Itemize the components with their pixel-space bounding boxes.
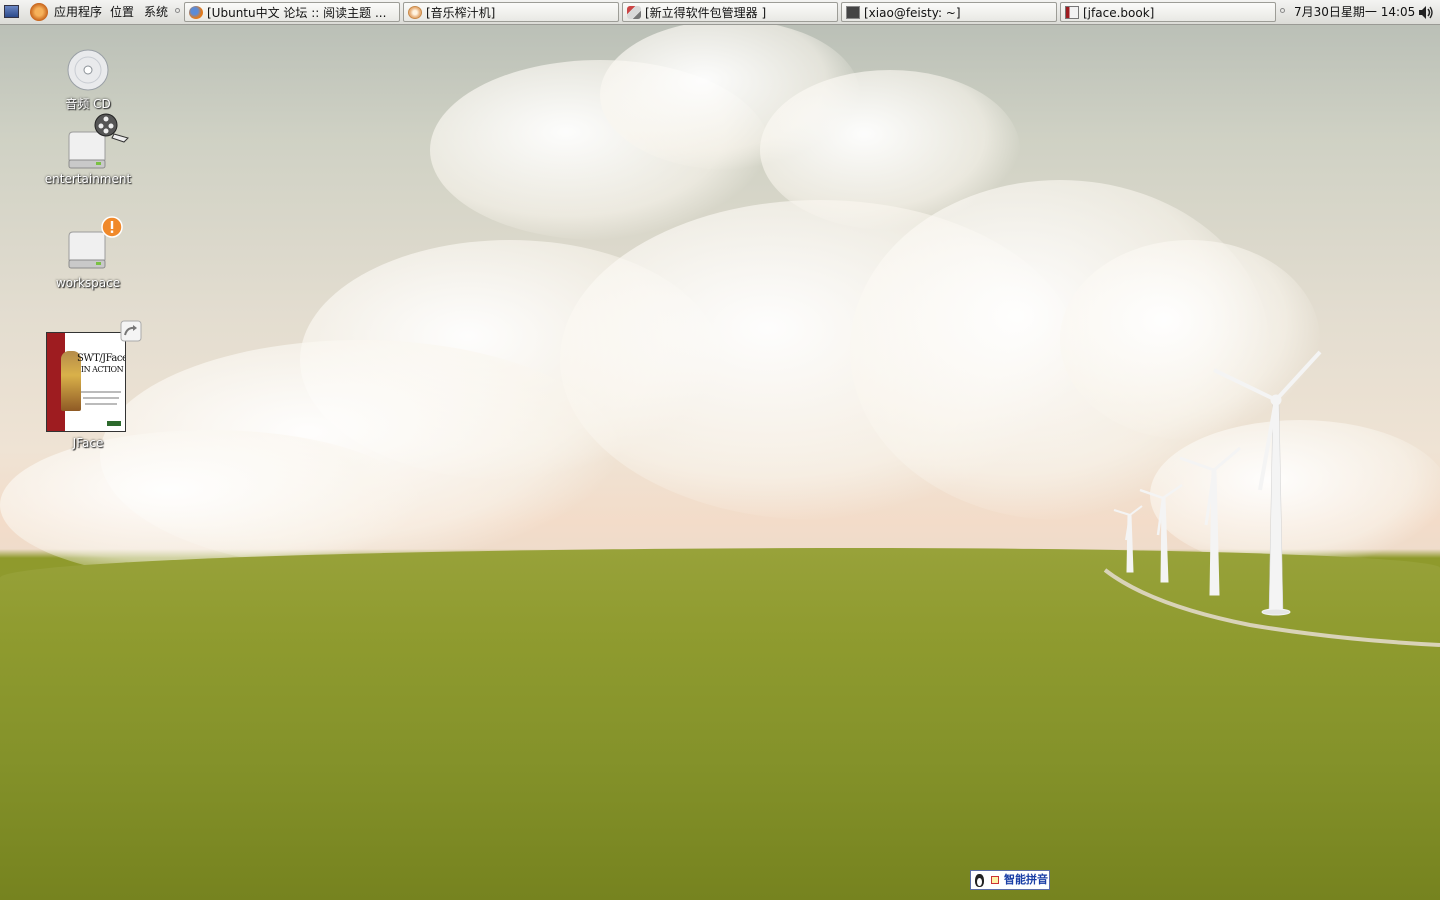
menu-places[interactable]: 位置 [110,0,134,24]
desktop-icon-jface[interactable]: SWT/JFace IN ACTION JFace [38,320,142,450]
terminal-icon [846,6,860,19]
audio-cd-icon [67,49,109,91]
desktop-wallpaper: 音频 CD entertainment workspace SWT/JFace … [0,0,1440,900]
task-label: [jface.book] [1083,6,1155,20]
show-desktop-icon[interactable] [4,5,19,18]
symlink-emblem-icon [120,320,142,342]
firefox-icon [189,6,203,19]
taskbar-item-terminal[interactable]: [xiao@feisty: ~] [841,2,1057,22]
taskbar-item-music-player[interactable]: [音乐榨汁机] [403,2,619,22]
book-title-line2: IN ACTION [80,365,124,374]
book-thumbnail-icon: SWT/JFace IN ACTION [46,332,126,432]
wind-turbines-scene [1103,350,1440,647]
taskbar-item-firefox[interactable]: [Ubuntu中文 论坛 :: 阅读主题 ... [184,2,400,22]
desktop-icon-entertainment[interactable]: entertainment [38,112,138,186]
package-manager-icon [627,6,641,19]
desktop-icon-workspace[interactable]: workspace [38,214,138,290]
menu-system[interactable]: 系统 [144,0,168,24]
lock-icon [990,876,999,884]
clock[interactable]: 7月30日星期一 14:05 [1294,0,1415,24]
top-panel: 应用程序 位置 系统 [Ubuntu中文 论坛 :: 阅读主题 ... [音乐榨… [0,0,1440,25]
task-label: [音乐榨汁机] [426,6,496,20]
taskbar-item-book-viewer[interactable]: [jface.book] [1060,2,1276,22]
warning-emblem-icon [101,216,123,238]
film-reel-emblem-icon [94,113,129,143]
task-label: [新立得软件包管理器 ] [645,6,767,20]
desktop-icon-label: JFace [72,436,104,450]
desktop-icon-audio-cd[interactable]: 音频 CD [38,48,138,112]
ime-label: 智能拼音 [1004,873,1048,886]
penguin-icon [974,873,985,887]
task-label: [xiao@feisty: ~] [864,6,961,20]
taskbar-item-package-manager[interactable]: [新立得软件包管理器 ] [622,2,838,22]
music-player-icon [408,6,422,19]
book-viewer-icon [1065,6,1079,19]
desktop-icon-label: entertainment [44,172,132,186]
panel-separator [175,8,180,13]
task-label: [Ubuntu中文 论坛 :: 阅读主题 ... [207,6,387,20]
input-method-indicator[interactable]: 智能拼音 [970,870,1050,890]
ubuntu-logo-icon [30,3,48,21]
volume-icon[interactable] [1418,5,1434,20]
desktop-icon-label: workspace [55,276,121,290]
book-title-line1: SWT/JFace [77,353,126,364]
desktop-icon-label: 音频 CD [65,97,111,111]
menu-applications[interactable]: 应用程序 [54,0,102,24]
panel-separator [1280,8,1285,13]
